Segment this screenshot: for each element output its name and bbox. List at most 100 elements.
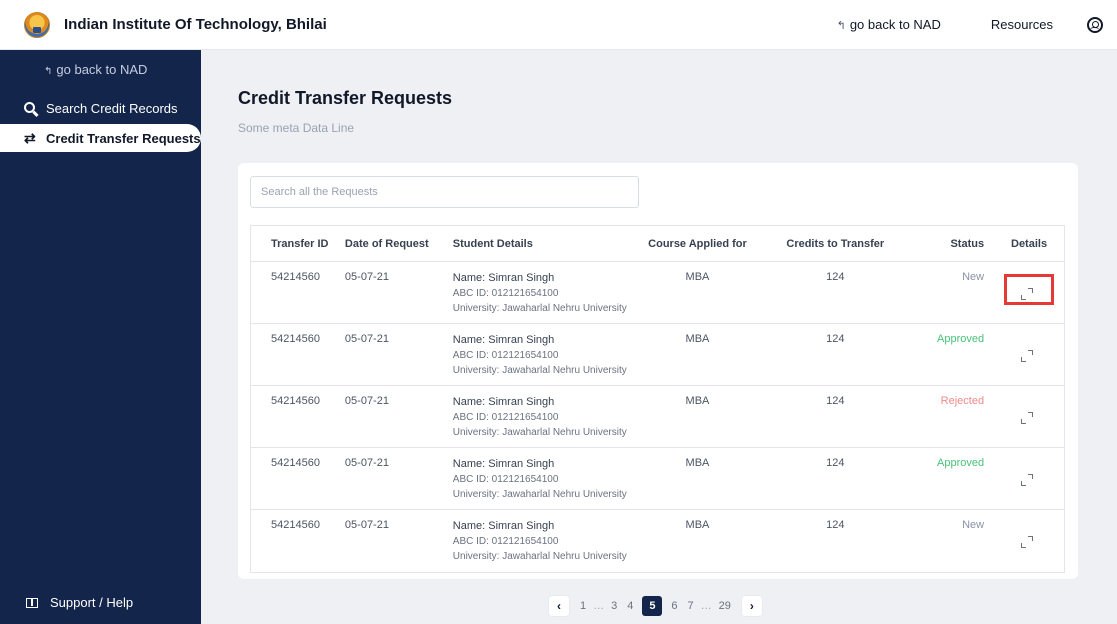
- header-back-to-nad-link[interactable]: ↰ go back to NAD: [837, 17, 941, 32]
- student-university: University: Jawaharlal Nehru University: [452, 303, 627, 314]
- sidebar: ↰ go back to NAD Search Credit Records ⇄ …: [0, 50, 201, 624]
- request-date: 05-07-21: [344, 271, 389, 283]
- transfer-id: 54214560: [271, 457, 320, 469]
- details-cell: [994, 386, 1064, 447]
- student-abc-id: ABC ID: 012121654100: [452, 412, 559, 423]
- expand-icon[interactable]: [1021, 536, 1034, 548]
- student-details: Name: Simran Singh ABC ID: 012121654100 …: [447, 448, 633, 509]
- top-header: Indian Institute Of Technology, Bhilai ↰…: [0, 0, 1117, 50]
- student-abc-id: ABC ID: 012121654100: [452, 474, 559, 485]
- student-university: University: Jawaharlal Nehru University: [452, 489, 627, 500]
- details-cell: [994, 510, 1064, 572]
- status-badge: Rejected: [940, 395, 985, 407]
- credits: 124: [826, 271, 845, 283]
- course: MBA: [685, 457, 710, 469]
- page-3[interactable]: 3: [606, 600, 622, 612]
- student-details: Name: Simran Singh ABC ID: 012121654100 …: [447, 324, 633, 385]
- transfer-id: 54214560: [271, 395, 320, 407]
- table-row: 54214560 05-07-21 Name: Simran Singh ABC…: [251, 448, 1064, 510]
- support-label: Support / Help: [50, 595, 134, 610]
- sidebar-item-label: Search Credit Records: [46, 100, 178, 116]
- student-name: Name: Simran Singh: [452, 520, 555, 532]
- request-date: 05-07-21: [344, 519, 389, 531]
- col-course: Course Applied for: [648, 237, 747, 250]
- table-header: Transfer ID Date of Request Student Deta…: [251, 226, 1064, 262]
- sidebar-item-credit-transfer-requests[interactable]: ⇄ Credit Transfer Requests: [0, 124, 201, 152]
- sidebar-item-label: Credit Transfer Requests: [46, 130, 201, 146]
- back-arrow-icon: ↰: [44, 66, 53, 77]
- next-page-button[interactable]: ›: [741, 596, 762, 616]
- institute-name: Indian Institute Of Technology, Bhilai: [64, 16, 327, 33]
- header-back-label: go back to NAD: [849, 17, 941, 32]
- expand-icon[interactable]: [1021, 474, 1034, 486]
- student-details: Name: Simran Singh ABC ID: 012121654100 …: [447, 262, 633, 323]
- student-university: University: Jawaharlal Nehru University: [452, 427, 627, 438]
- page-7[interactable]: 7: [683, 600, 699, 612]
- sidebar-back-to-nad-link[interactable]: ↰ go back to NAD: [0, 50, 201, 90]
- pagination: ‹ 1 … 3 4 5 6 7 … 29 ›: [549, 595, 762, 617]
- table-row: 54214560 05-07-21 Name: Simran Singh ABC…: [251, 262, 1064, 324]
- page-4[interactable]: 4: [622, 600, 638, 612]
- status-badge: New: [962, 519, 985, 531]
- col-transfer-id: Transfer ID: [271, 237, 329, 250]
- prev-page-button[interactable]: ‹: [549, 596, 569, 616]
- page-title: Credit Transfer Requests: [238, 88, 453, 108]
- status-badge: Approved: [937, 333, 985, 345]
- student-university: University: Jawaharlal Nehru University: [452, 365, 627, 376]
- request-date: 05-07-21: [344, 395, 389, 407]
- page-6[interactable]: 6: [666, 600, 682, 612]
- student-abc-id: ABC ID: 012121654100: [452, 536, 559, 547]
- student-name: Name: Simran Singh: [452, 272, 555, 284]
- credits: 124: [826, 333, 845, 345]
- course: MBA: [685, 395, 710, 407]
- request-date: 05-07-21: [344, 457, 389, 469]
- requests-card: Transfer ID Date of Request Student Deta…: [238, 163, 1078, 579]
- col-status: Status: [950, 237, 985, 250]
- sidebar-item-search-credit-records[interactable]: Search Credit Records: [0, 94, 201, 122]
- course: MBA: [685, 333, 710, 345]
- col-student: Student Details: [452, 237, 533, 250]
- status-badge: New: [962, 271, 985, 283]
- transfer-id: 54214560: [271, 271, 320, 283]
- student-name: Name: Simran Singh: [452, 458, 555, 470]
- page-29[interactable]: 29: [714, 600, 736, 612]
- header-resources-link[interactable]: Resources: [991, 17, 1053, 32]
- profile-icon[interactable]: [1087, 16, 1103, 33]
- table-row: 54214560 05-07-21 Name: Simran Singh ABC…: [251, 324, 1064, 386]
- search-icon: [24, 100, 46, 116]
- transfer-arrows-icon: ⇄: [24, 129, 36, 146]
- expand-icon[interactable]: [1021, 412, 1034, 424]
- student-university: University: Jawaharlal Nehru University: [452, 551, 627, 562]
- col-details: Details: [1011, 237, 1048, 250]
- institute-logo-icon: [24, 11, 50, 38]
- course: MBA: [685, 271, 710, 283]
- expand-icon[interactable]: [1021, 350, 1034, 362]
- page-meta: Some meta Data Line: [238, 121, 355, 135]
- request-date: 05-07-21: [344, 333, 389, 345]
- support-help-link[interactable]: Support / Help: [26, 595, 133, 610]
- book-icon: [26, 597, 38, 608]
- expand-icon[interactable]: [1021, 288, 1034, 300]
- page-ellipsis: …: [593, 600, 605, 612]
- page-1[interactable]: 1: [575, 600, 591, 612]
- credits: 124: [826, 395, 845, 407]
- student-abc-id: ABC ID: 012121654100: [452, 288, 559, 299]
- student-details: Name: Simran Singh ABC ID: 012121654100 …: [447, 510, 633, 572]
- back-arrow-icon: ↰: [836, 20, 846, 32]
- details-cell: [994, 262, 1064, 323]
- credits: 124: [826, 519, 845, 531]
- search-requests-input[interactable]: [250, 176, 639, 208]
- page-ellipsis: …: [700, 600, 712, 612]
- table-row: 54214560 05-07-21 Name: Simran Singh ABC…: [251, 386, 1064, 448]
- table-row: 54214560 05-07-21 Name: Simran Singh ABC…: [251, 510, 1064, 572]
- col-credits: Credits to Transfer: [786, 237, 885, 250]
- page-5-current[interactable]: 5: [642, 596, 663, 616]
- details-cell: [994, 324, 1064, 385]
- requests-table: Transfer ID Date of Request Student Deta…: [250, 225, 1065, 573]
- header-nav: ↰ go back to NAD Resources: [837, 16, 1117, 33]
- transfer-id: 54214560: [271, 333, 320, 345]
- student-abc-id: ABC ID: 012121654100: [452, 350, 559, 361]
- student-name: Name: Simran Singh: [452, 334, 555, 346]
- student-name: Name: Simran Singh: [452, 396, 555, 408]
- status-badge: Approved: [937, 457, 985, 469]
